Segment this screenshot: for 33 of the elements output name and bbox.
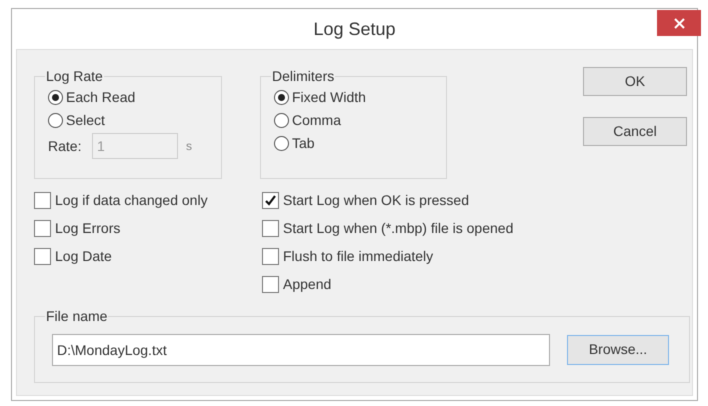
checkbox-label: Log Date [55, 246, 112, 266]
checkbox[interactable] [262, 248, 279, 264]
radio-button[interactable] [48, 90, 63, 105]
checkbox[interactable] [262, 276, 279, 292]
radio-label: Comma [292, 111, 342, 130]
checkbox-label: Flush to file immediately [283, 246, 434, 266]
radio-label: Tab [292, 134, 315, 153]
window-title: Log Setup [313, 18, 396, 41]
checkbox[interactable] [34, 220, 51, 236]
checkbox[interactable] [34, 192, 51, 208]
checkbox[interactable] [34, 248, 51, 264]
file-name-field[interactable]: D:\MondayLog.txt [52, 334, 550, 366]
radio-button[interactable] [48, 113, 63, 128]
radio-button[interactable] [274, 136, 289, 151]
checkbox-label: Start Log when OK is pressed [283, 190, 469, 210]
checkbox-label: Log Errors [55, 218, 120, 238]
radio-label: Fixed Width [292, 88, 366, 107]
close-button[interactable] [657, 10, 701, 36]
checkbox-label: Log if data changed only [55, 190, 208, 210]
radio-label: Each Read [66, 88, 136, 107]
dialog-button[interactable]: OK [583, 67, 687, 96]
dialog-button[interactable]: Cancel [583, 117, 687, 146]
close-icon [674, 18, 684, 28]
checkbox[interactable] [262, 192, 279, 208]
radio-label: Select [66, 111, 105, 130]
radio-button[interactable] [274, 113, 289, 128]
radio-button[interactable] [274, 90, 289, 105]
browse-button[interactable]: Browse... [567, 334, 669, 364]
checkbox-label: Start Log when (*.mbp) file is opened [283, 218, 514, 238]
checkbox[interactable] [262, 220, 279, 236]
rate-unit: s [186, 138, 192, 155]
checkbox-label: Append [283, 274, 332, 294]
rate-label: Rate: [48, 136, 82, 156]
